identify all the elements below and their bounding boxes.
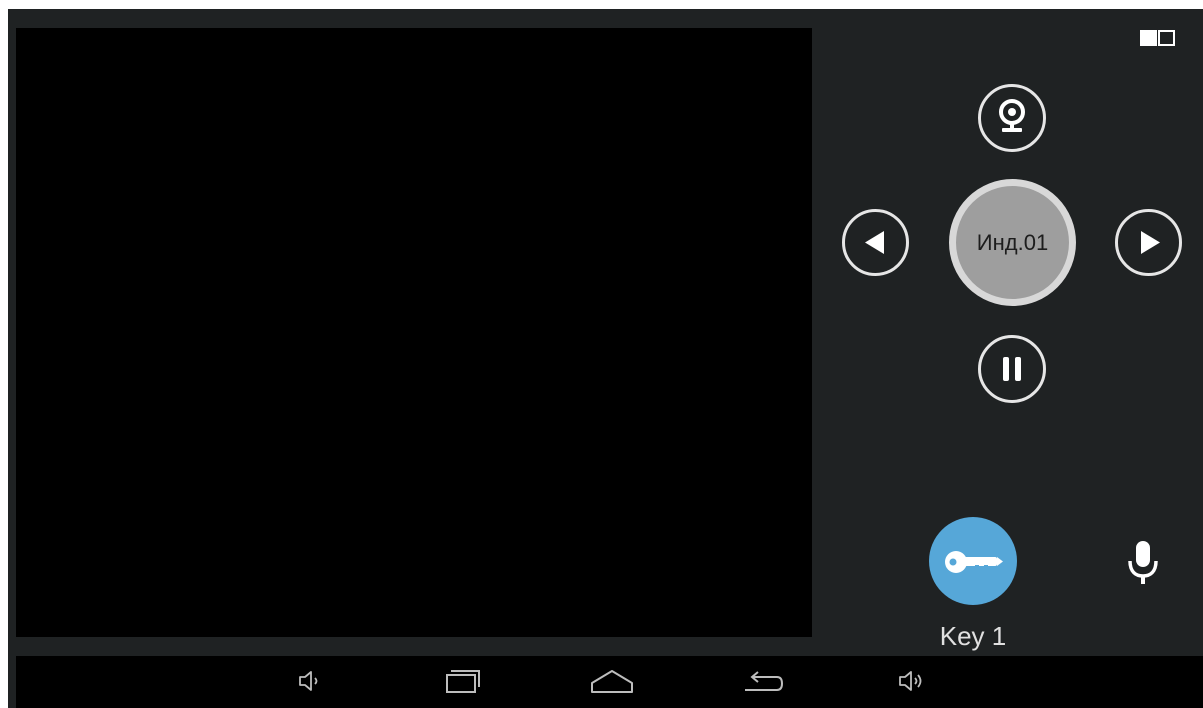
microphone-button[interactable] [1123,539,1163,589]
key-icon [929,517,1017,605]
next-button[interactable] [1115,209,1182,276]
volume-down-icon[interactable] [296,668,326,694]
microphone-icon [1123,539,1163,589]
channel-label: Инд.01 [976,229,1049,255]
pause-button[interactable] [978,335,1046,403]
key-label: Key 1 [939,621,1007,651]
system-navigation-bar [16,656,1203,708]
triangle-right-icon [1118,212,1179,273]
back-icon[interactable] [741,668,785,698]
app-screen: Инд.01 Key 1 [8,9,1203,708]
volume-up-icon[interactable] [896,668,930,694]
triangle-left-icon [845,212,906,273]
webcam-icon [981,87,1043,149]
unlock-key-button[interactable] [929,517,1017,605]
previous-button[interactable] [842,209,909,276]
video-view[interactable] [16,28,812,637]
pause-icon [981,338,1043,400]
home-icon[interactable] [589,666,635,696]
channel-button[interactable]: Инд.01 [949,179,1076,306]
camera-button[interactable] [978,84,1046,152]
recent-apps-icon[interactable] [443,666,483,696]
book-icon[interactable] [1139,28,1176,48]
